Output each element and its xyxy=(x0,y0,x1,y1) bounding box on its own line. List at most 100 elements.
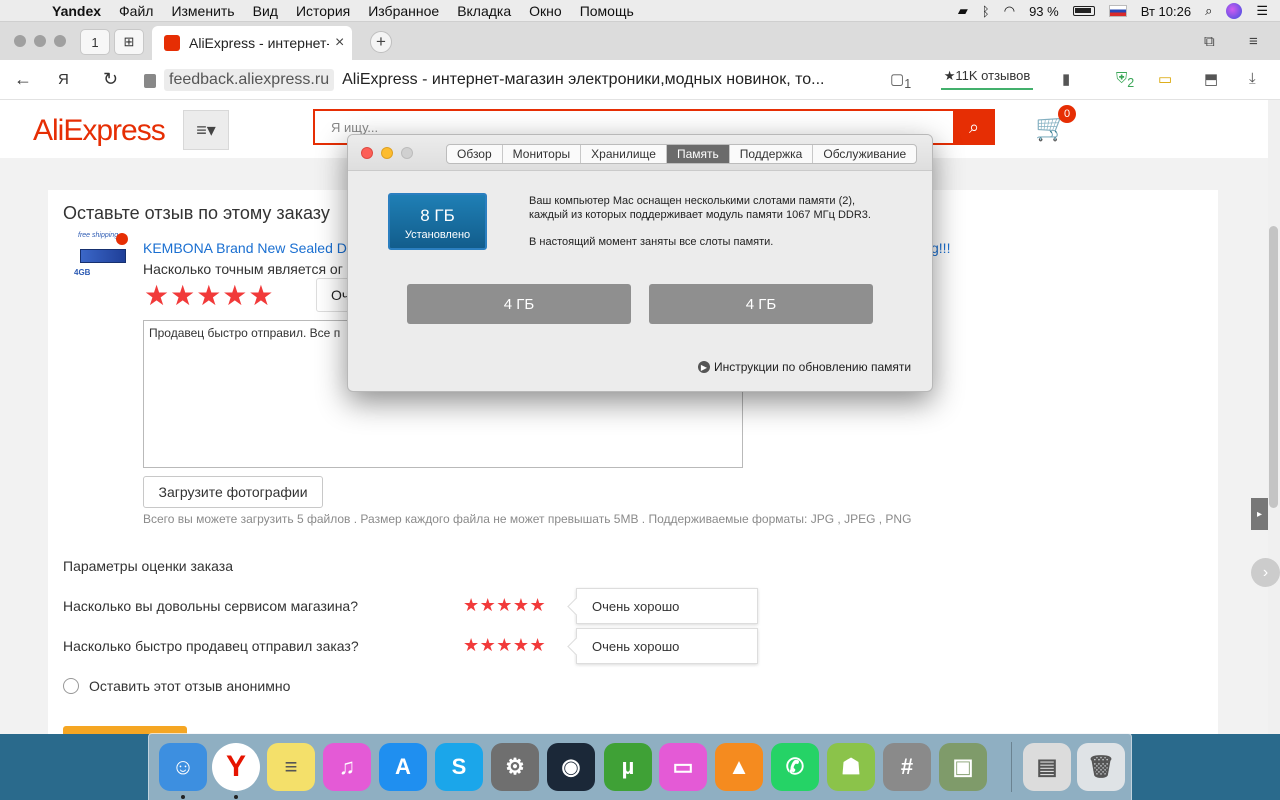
dock-whatsapp-icon[interactable]: ✆ xyxy=(771,743,819,791)
memory-slot-1: 4 ГБ xyxy=(407,284,631,324)
protect-shield-icon[interactable]: ⛨2 xyxy=(1116,70,1134,90)
window-close-button[interactable] xyxy=(14,35,26,47)
dock-notes-icon[interactable]: ≡ xyxy=(267,743,315,791)
dock-steam-icon[interactable]: ◉ xyxy=(547,743,595,791)
param-stars-shipping[interactable]: ★★★★★ xyxy=(463,635,546,656)
home-badge: 1 xyxy=(91,34,99,50)
wifi-icon[interactable]: ◠ xyxy=(1004,3,1015,19)
dock-archive-utility-icon[interactable]: ▣ xyxy=(939,743,987,791)
battery-saver-icon[interactable]: ▭ xyxy=(1158,70,1172,88)
accuracy-star-rating[interactable]: ★★★★★ xyxy=(144,279,275,312)
thumb-badge-icon xyxy=(116,233,128,245)
dock-cleanmymac-icon[interactable]: ▭ xyxy=(659,743,707,791)
battery-icon[interactable] xyxy=(1072,6,1095,16)
menu-edit[interactable]: Изменить xyxy=(171,3,234,19)
notification-center-icon[interactable]: ☰ xyxy=(1256,3,1268,19)
tab-memory[interactable]: Память xyxy=(666,145,730,163)
reload-icon[interactable]: ↻ xyxy=(103,69,118,90)
anonymous-checkbox[interactable] xyxy=(63,678,79,694)
dock-system-preferences-icon[interactable]: ⚙ xyxy=(491,743,539,791)
tab-overview[interactable]: Обзор xyxy=(447,145,503,163)
memory-total-value: 8 ГБ xyxy=(420,206,455,225)
memory-upgrade-link[interactable]: ▶ Инструкции по обновлению памяти xyxy=(698,360,911,374)
dialog-close-button[interactable] xyxy=(361,147,373,159)
aliexpress-logo[interactable]: AliExpress xyxy=(33,114,166,148)
back-arrow-icon[interactable]: ← xyxy=(14,69,32,90)
anonymous-label: Оставить этот отзыв анонимно xyxy=(89,678,291,694)
dock-app-store-icon[interactable]: A xyxy=(379,743,427,791)
camera-icon[interactable]: ▰ xyxy=(958,3,968,19)
battery-percent[interactable]: 93 % xyxy=(1029,4,1059,19)
about-this-mac-window: Обзор Мониторы Хранилище Память Поддержк… xyxy=(347,134,933,392)
dock-itunes-icon[interactable]: ♫ xyxy=(323,743,371,791)
side-next-arrow-icon[interactable]: › xyxy=(1251,558,1280,587)
tab-title: AliExpress - интернет-магазин электроник… xyxy=(189,35,329,51)
extension-icon[interactable]: ⬒ xyxy=(1204,70,1218,88)
product-title-link-tail[interactable]: g!!! xyxy=(931,240,950,256)
tab-close-icon[interactable]: × xyxy=(335,34,344,52)
bookmarks-icon[interactable]: ⧉ xyxy=(1204,33,1215,50)
menu-bar: Yandex Файл Изменить Вид История Избранн… xyxy=(0,0,1280,22)
dock-vlc-icon[interactable]: ▲ xyxy=(715,743,763,791)
spotlight-search-icon[interactable]: ⌕ xyxy=(1205,3,1212,19)
product-title-link[interactable]: KEMBONA Brand New Sealed DD xyxy=(143,240,357,256)
menu-help[interactable]: Помощь xyxy=(580,3,634,19)
window-zoom-button[interactable] xyxy=(54,35,66,47)
url-domain: feedback.aliexpress.ru xyxy=(164,69,335,91)
dock-utorrent-icon[interactable]: µ xyxy=(604,743,652,791)
tab-counter-icon[interactable]: ▢1 xyxy=(890,70,911,91)
memory-desc-line-1: Ваш компьютер Mac оснащен несколькими сл… xyxy=(529,195,856,207)
accuracy-question: Насколько точным является ог xyxy=(143,261,343,277)
side-feedback-tab[interactable]: ▸ xyxy=(1251,498,1268,530)
window-minimize-button[interactable] xyxy=(34,35,46,47)
tab-displays[interactable]: Мониторы xyxy=(503,145,582,163)
dock: ☺ Y ≡ ♫ A S ⚙ ◉ µ ▭ ▲ ✆ ☗ # ▣ ▤ 🗑 xyxy=(148,733,1132,800)
dialog-minimize-button[interactable] xyxy=(381,147,393,159)
dock-yandex-icon[interactable]: Y xyxy=(212,743,260,791)
add-tab-to-screen-icon[interactable]: ⊞ xyxy=(114,29,144,55)
tab-service[interactable]: Обслуживание xyxy=(813,145,916,163)
clock[interactable]: Вт 10:26 xyxy=(1141,4,1191,19)
scrollbar-thumb[interactable] xyxy=(1269,226,1278,508)
menu-view[interactable]: Вид xyxy=(253,3,278,19)
url-field[interactable]: feedback.aliexpress.ru AliExpress - инте… xyxy=(140,67,840,93)
bookmark-icon[interactable]: ▮ xyxy=(1062,70,1070,88)
input-source-flag-icon[interactable] xyxy=(1108,5,1127,17)
param-stars-service[interactable]: ★★★★★ xyxy=(463,595,546,616)
new-tab-button[interactable]: + xyxy=(370,31,392,53)
dock-finder-icon[interactable]: ☺ xyxy=(159,743,207,791)
menu-window[interactable]: Окно xyxy=(529,3,562,19)
site-reviews-badge[interactable]: ★11K отзывов xyxy=(941,68,1033,90)
memory-total-badge: 8 ГБ Установлено xyxy=(388,193,487,250)
siri-icon[interactable] xyxy=(1226,3,1243,19)
order-params-heading: Параметры оценки заказа xyxy=(63,558,233,574)
menu-app-yandex[interactable]: Yandex xyxy=(52,3,101,19)
tab-storage[interactable]: Хранилище xyxy=(581,145,667,163)
dialog-zoom-button xyxy=(401,147,413,159)
memory-upgrade-label: Инструкции по обновлению памяти xyxy=(714,360,912,374)
dock-separator xyxy=(1011,742,1012,792)
yandex-home-icon[interactable]: Я xyxy=(58,71,69,88)
bluetooth-icon[interactable]: ᛒ xyxy=(982,4,990,19)
categories-menu-icon[interactable]: ≡▾ xyxy=(183,110,229,150)
tab-aliexpress[interactable]: AliExpress - интернет-магазин электроник… xyxy=(152,26,352,60)
cart-count-badge: 0 xyxy=(1058,105,1076,123)
dock-skype-icon[interactable]: S xyxy=(435,743,483,791)
menu-favorites[interactable]: Избранное xyxy=(368,3,439,19)
dock-android-file-transfer-icon[interactable]: ☗ xyxy=(827,743,875,791)
downloads-icon[interactable]: ⤓ xyxy=(1249,70,1256,87)
dock-trash-icon[interactable]: 🗑 xyxy=(1077,743,1125,791)
menu-file[interactable]: Файл xyxy=(119,3,153,19)
menu-tab[interactable]: Вкладка xyxy=(457,3,511,19)
search-icon[interactable]: ⌕ xyxy=(953,109,995,145)
param-label-service: Насколько вы довольны сервисом магазина? xyxy=(63,598,358,614)
product-thumbnail[interactable]: free shipping 4GB xyxy=(74,232,132,280)
upload-photos-button[interactable]: Загрузите фотографии xyxy=(143,476,323,508)
home-tab-button[interactable]: 1 xyxy=(80,29,110,55)
menu-history[interactable]: История xyxy=(296,3,350,19)
dock-calculator-icon[interactable]: # xyxy=(883,743,931,791)
browser-menu-icon[interactable]: ≡ xyxy=(1249,33,1258,50)
tab-support[interactable]: Поддержка xyxy=(730,145,814,163)
dock-downloads-icon[interactable]: ▤ xyxy=(1023,743,1071,791)
memory-description: Ваш компьютер Mac оснащен несколькими сл… xyxy=(529,194,919,262)
